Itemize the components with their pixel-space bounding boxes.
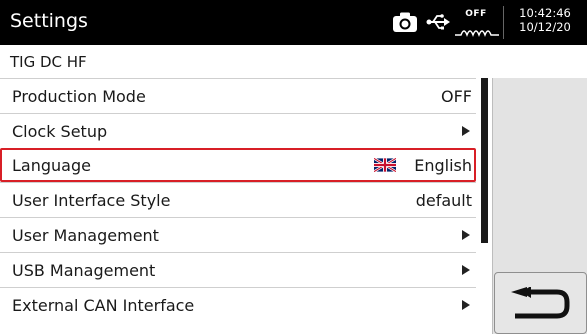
menu-item-label: External CAN Interface [12, 295, 195, 315]
camera-icon[interactable] [392, 11, 418, 33]
menu-item-user-management[interactable]: User Management [0, 217, 476, 252]
menu-item-production-mode[interactable]: Production Mode OFF [0, 78, 476, 113]
chevron-right-icon [462, 299, 470, 310]
title-bar: Settings OFF 10:42:46 10/12/20 [0, 0, 587, 45]
menu-item-label: USB Management [12, 260, 156, 280]
chevron-right-icon [462, 264, 470, 275]
off-label: OFF [465, 9, 487, 19]
menu-item-value: English [414, 155, 472, 175]
back-button[interactable] [494, 272, 587, 334]
clock-display: 10:42:46 10/12/20 [508, 6, 582, 34]
menu-item-value: default [415, 191, 472, 211]
process-subtitle: TIG DC HF [10, 53, 87, 71]
uk-flag-icon [374, 157, 396, 172]
off-wave-icon: OFF [452, 3, 500, 41]
menu-item-usb-management[interactable]: USB Management [0, 251, 476, 287]
usb-icon [426, 14, 450, 30]
page-title: Settings [10, 10, 88, 32]
menu-item-value: OFF [441, 87, 472, 106]
menu-item-ui-style[interactable]: User Interface Style default [0, 182, 476, 217]
chevron-right-icon [462, 230, 470, 241]
return-arrow-icon [511, 287, 570, 319]
settings-menu: Production Mode OFF Clock Setup Language… [0, 78, 476, 322]
menu-item-external-can[interactable]: External CAN Interface [0, 286, 476, 322]
wave-icon [455, 30, 499, 37]
scrollbar-thumb[interactable] [481, 78, 488, 243]
menu-item-label: Production Mode [12, 87, 146, 106]
divider [503, 6, 504, 39]
menu-item-label: Language [12, 155, 91, 175]
clock-date: 10/12/20 [519, 20, 571, 34]
menu-item-label: Clock Setup [12, 121, 108, 141]
menu-item-clock-setup[interactable]: Clock Setup [0, 112, 476, 148]
menu-item-language[interactable]: Language English [0, 147, 476, 183]
chevron-right-icon [462, 125, 470, 136]
menu-item-label: User Interface Style [12, 191, 171, 211]
clock-time: 10:42:46 [519, 6, 571, 20]
menu-item-label: User Management [12, 226, 159, 246]
